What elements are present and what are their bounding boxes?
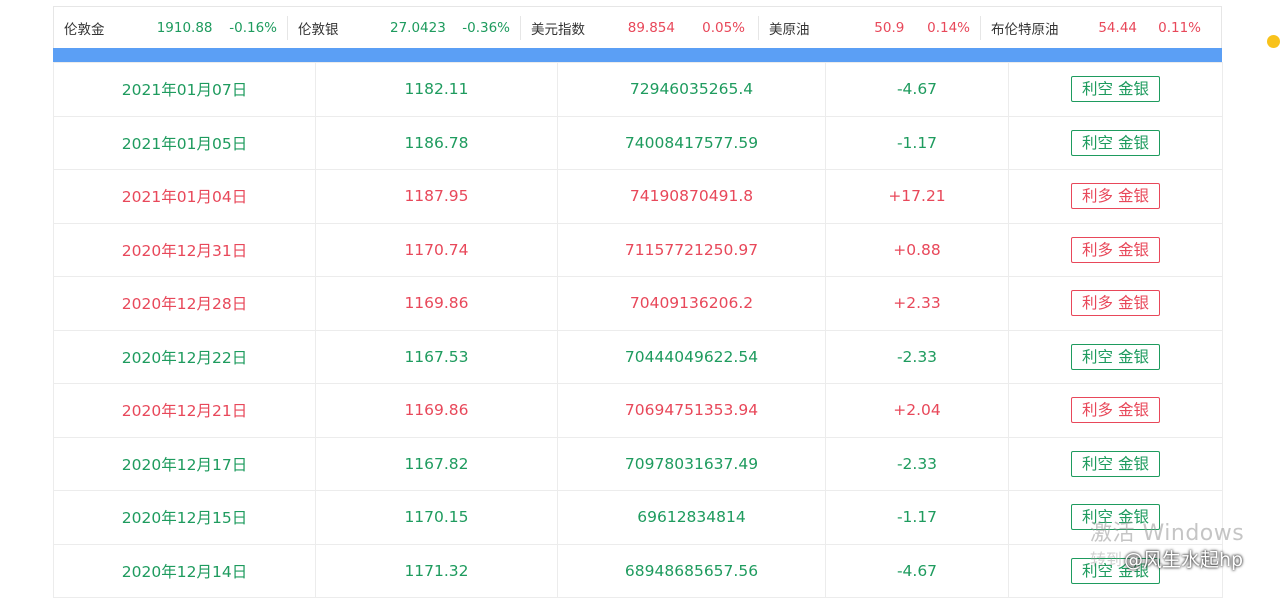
ticker-name: 伦敦金 bbox=[64, 21, 105, 38]
signal-tag[interactable]: 利空 金银 bbox=[1071, 129, 1160, 156]
table-row: 2020年12月31日 1170.74 71157721250.97 +0.88 利多 … bbox=[53, 222, 1223, 277]
change-cell: -2.33 bbox=[825, 436, 1009, 491]
signal-cell: 利空 金银 bbox=[1008, 115, 1223, 170]
change-cell: -2.33 bbox=[825, 329, 1009, 384]
price-cell: 1167.82 bbox=[315, 436, 558, 491]
signal-tag[interactable]: 利多 金银 bbox=[1071, 397, 1160, 424]
price-cell: 1170.15 bbox=[315, 490, 558, 545]
signal-tag[interactable]: 利空 金银 bbox=[1071, 450, 1160, 477]
price-cell: 1186.78 bbox=[315, 115, 558, 170]
ticker-item[interactable]: 伦敦金 1910.88 -0.16% bbox=[54, 16, 287, 40]
ticker-item[interactable]: 伦敦银 27.0423 -0.36% bbox=[287, 15, 520, 40]
windows-activation-hint: 转到 bbox=[1090, 550, 1123, 569]
price-cell: 1171.32 bbox=[315, 543, 558, 598]
signal-tag[interactable]: 利多 金银 bbox=[1071, 236, 1160, 263]
signal-cell: 利空 金银 bbox=[1008, 436, 1223, 491]
amount-cell: 71157721250.97 bbox=[557, 222, 826, 277]
table-row: 2021年01月07日 1182.11 72946035265.4 -4.67 利空 金… bbox=[53, 62, 1223, 117]
ticker-name: 美元指数 bbox=[531, 21, 585, 38]
price-cell: 1169.86 bbox=[315, 383, 558, 438]
change-cell: +17.21 bbox=[825, 169, 1009, 224]
change-cell: -4.67 bbox=[825, 62, 1009, 117]
ticker-change: 0.11% bbox=[1158, 19, 1201, 36]
table-row: 2020年12月21日 1169.86 70694751353.94 +2.04 利多 … bbox=[53, 383, 1223, 438]
amount-cell: 74190870491.8 bbox=[557, 169, 826, 224]
notification-dot bbox=[1267, 35, 1280, 48]
table-row: 2021年01月04日 1187.95 74190870491.8 +17.21 利多 … bbox=[53, 169, 1223, 224]
change-cell: +2.33 bbox=[825, 276, 1009, 331]
date-cell: 2021年01月04日 bbox=[53, 169, 316, 224]
ticker-item[interactable]: 美原油 50.9 0.14% bbox=[758, 15, 980, 40]
signal-tag[interactable]: 利多 金银 bbox=[1071, 183, 1160, 210]
table-row: 2020年12月28日 1169.86 70409136206.2 +2.33 利多 金… bbox=[53, 276, 1223, 331]
amount-cell: 69612834814 bbox=[557, 490, 826, 545]
signal-tag[interactable]: 利多 金银 bbox=[1071, 290, 1160, 317]
table-row: 2020年12月22日 1167.53 70444049622.54 -2.33 利空 … bbox=[53, 329, 1223, 384]
ticker-name: 伦敦银 bbox=[298, 21, 339, 38]
price-cell: 1182.11 bbox=[315, 62, 558, 117]
date-cell: 2020年12月14日 bbox=[53, 543, 316, 598]
table-row: 2020年12月17日 1167.82 70978031637.49 -2.33 利空 … bbox=[53, 436, 1223, 491]
change-cell: -4.67 bbox=[825, 543, 1009, 598]
ticker-change: -0.36% bbox=[462, 19, 510, 36]
signal-tag[interactable]: 利空 金银 bbox=[1071, 76, 1160, 103]
table-row: 2021年01月05日 1186.78 74008417577.59 -1.17 利空 … bbox=[53, 115, 1223, 170]
amount-cell: 70444049622.54 bbox=[557, 329, 826, 384]
price-cell: 1187.95 bbox=[315, 169, 558, 224]
ticker-name: 布伦特原油 bbox=[991, 21, 1059, 38]
amount-cell: 68948685657.56 bbox=[557, 543, 826, 598]
ticker-price: 89.854 bbox=[627, 19, 675, 36]
amount-cell: 72946035265.4 bbox=[557, 62, 826, 117]
ticker-price: 1910.88 bbox=[156, 19, 213, 36]
ticker-change: 0.14% bbox=[927, 19, 970, 36]
ticker-change: -0.16% bbox=[229, 19, 277, 36]
ticker-price: 50.9 bbox=[874, 19, 905, 36]
signal-cell: 利多 金银 bbox=[1008, 383, 1223, 438]
signal-cell: 利空 金银 bbox=[1008, 329, 1223, 384]
price-cell: 1169.86 bbox=[315, 276, 558, 331]
header-accent-bar bbox=[53, 48, 1222, 62]
windows-activation-watermark: 激活 Windows bbox=[1090, 521, 1245, 546]
ticker-change: 0.05% bbox=[702, 19, 745, 36]
signal-cell: 利多 金银 bbox=[1008, 222, 1223, 277]
signal-tag[interactable]: 利空 金银 bbox=[1071, 343, 1160, 370]
amount-cell: 70978031637.49 bbox=[557, 436, 826, 491]
amount-cell: 70409136206.2 bbox=[557, 276, 826, 331]
date-cell: 2020年12月22日 bbox=[53, 329, 316, 384]
ticker-item[interactable]: 布伦特原油 54.44 0.11% bbox=[980, 15, 1221, 40]
signal-cell: 利多 金银 bbox=[1008, 169, 1223, 224]
table-row: 2020年12月14日 1171.32 68948685657.56 -4.67 利空 … bbox=[53, 543, 1223, 598]
signal-cell: 利多 金银 bbox=[1008, 276, 1223, 331]
change-cell: -1.17 bbox=[825, 490, 1009, 545]
ticker-price: 54.44 bbox=[1098, 19, 1137, 36]
date-cell: 2021年01月05日 bbox=[53, 115, 316, 170]
date-cell: 2020年12月17日 bbox=[53, 436, 316, 491]
table-row: 2020年12月15日 1170.15 69612834814 -1.17 利空 金银 bbox=[53, 490, 1223, 545]
author-watermark: @风生水起hp bbox=[1124, 549, 1244, 571]
date-cell: 2020年12月15日 bbox=[53, 490, 316, 545]
gold-etf-panel: 伦敦金 1910.88 -0.16% 伦敦银 27.0423 -0.36% 美元… bbox=[53, 6, 1223, 598]
date-cell: 2021年01月07日 bbox=[53, 62, 316, 117]
ticker-item[interactable]: 美元指数 89.854 0.05% bbox=[520, 15, 758, 40]
amount-cell: 74008417577.59 bbox=[557, 115, 826, 170]
ticker-price: 27.0423 bbox=[389, 19, 446, 36]
price-cell: 1167.53 bbox=[315, 329, 558, 384]
price-cell: 1170.74 bbox=[315, 222, 558, 277]
change-cell: +2.04 bbox=[825, 383, 1009, 438]
date-cell: 2020年12月31日 bbox=[53, 222, 316, 277]
ticker-name: 美原油 bbox=[769, 21, 810, 38]
signal-cell: 利空 金银 bbox=[1008, 62, 1223, 117]
change-cell: -1.17 bbox=[825, 115, 1009, 170]
amount-cell: 70694751353.94 bbox=[557, 383, 826, 438]
holdings-table: 2021年01月07日 1182.11 72946035265.4 -4.67 利空 金… bbox=[53, 62, 1223, 598]
change-cell: +0.88 bbox=[825, 222, 1009, 277]
date-cell: 2020年12月28日 bbox=[53, 276, 316, 331]
market-ticker-bar: 伦敦金 1910.88 -0.16% 伦敦银 27.0423 -0.36% 美元… bbox=[53, 6, 1222, 48]
date-cell: 2020年12月21日 bbox=[53, 383, 316, 438]
